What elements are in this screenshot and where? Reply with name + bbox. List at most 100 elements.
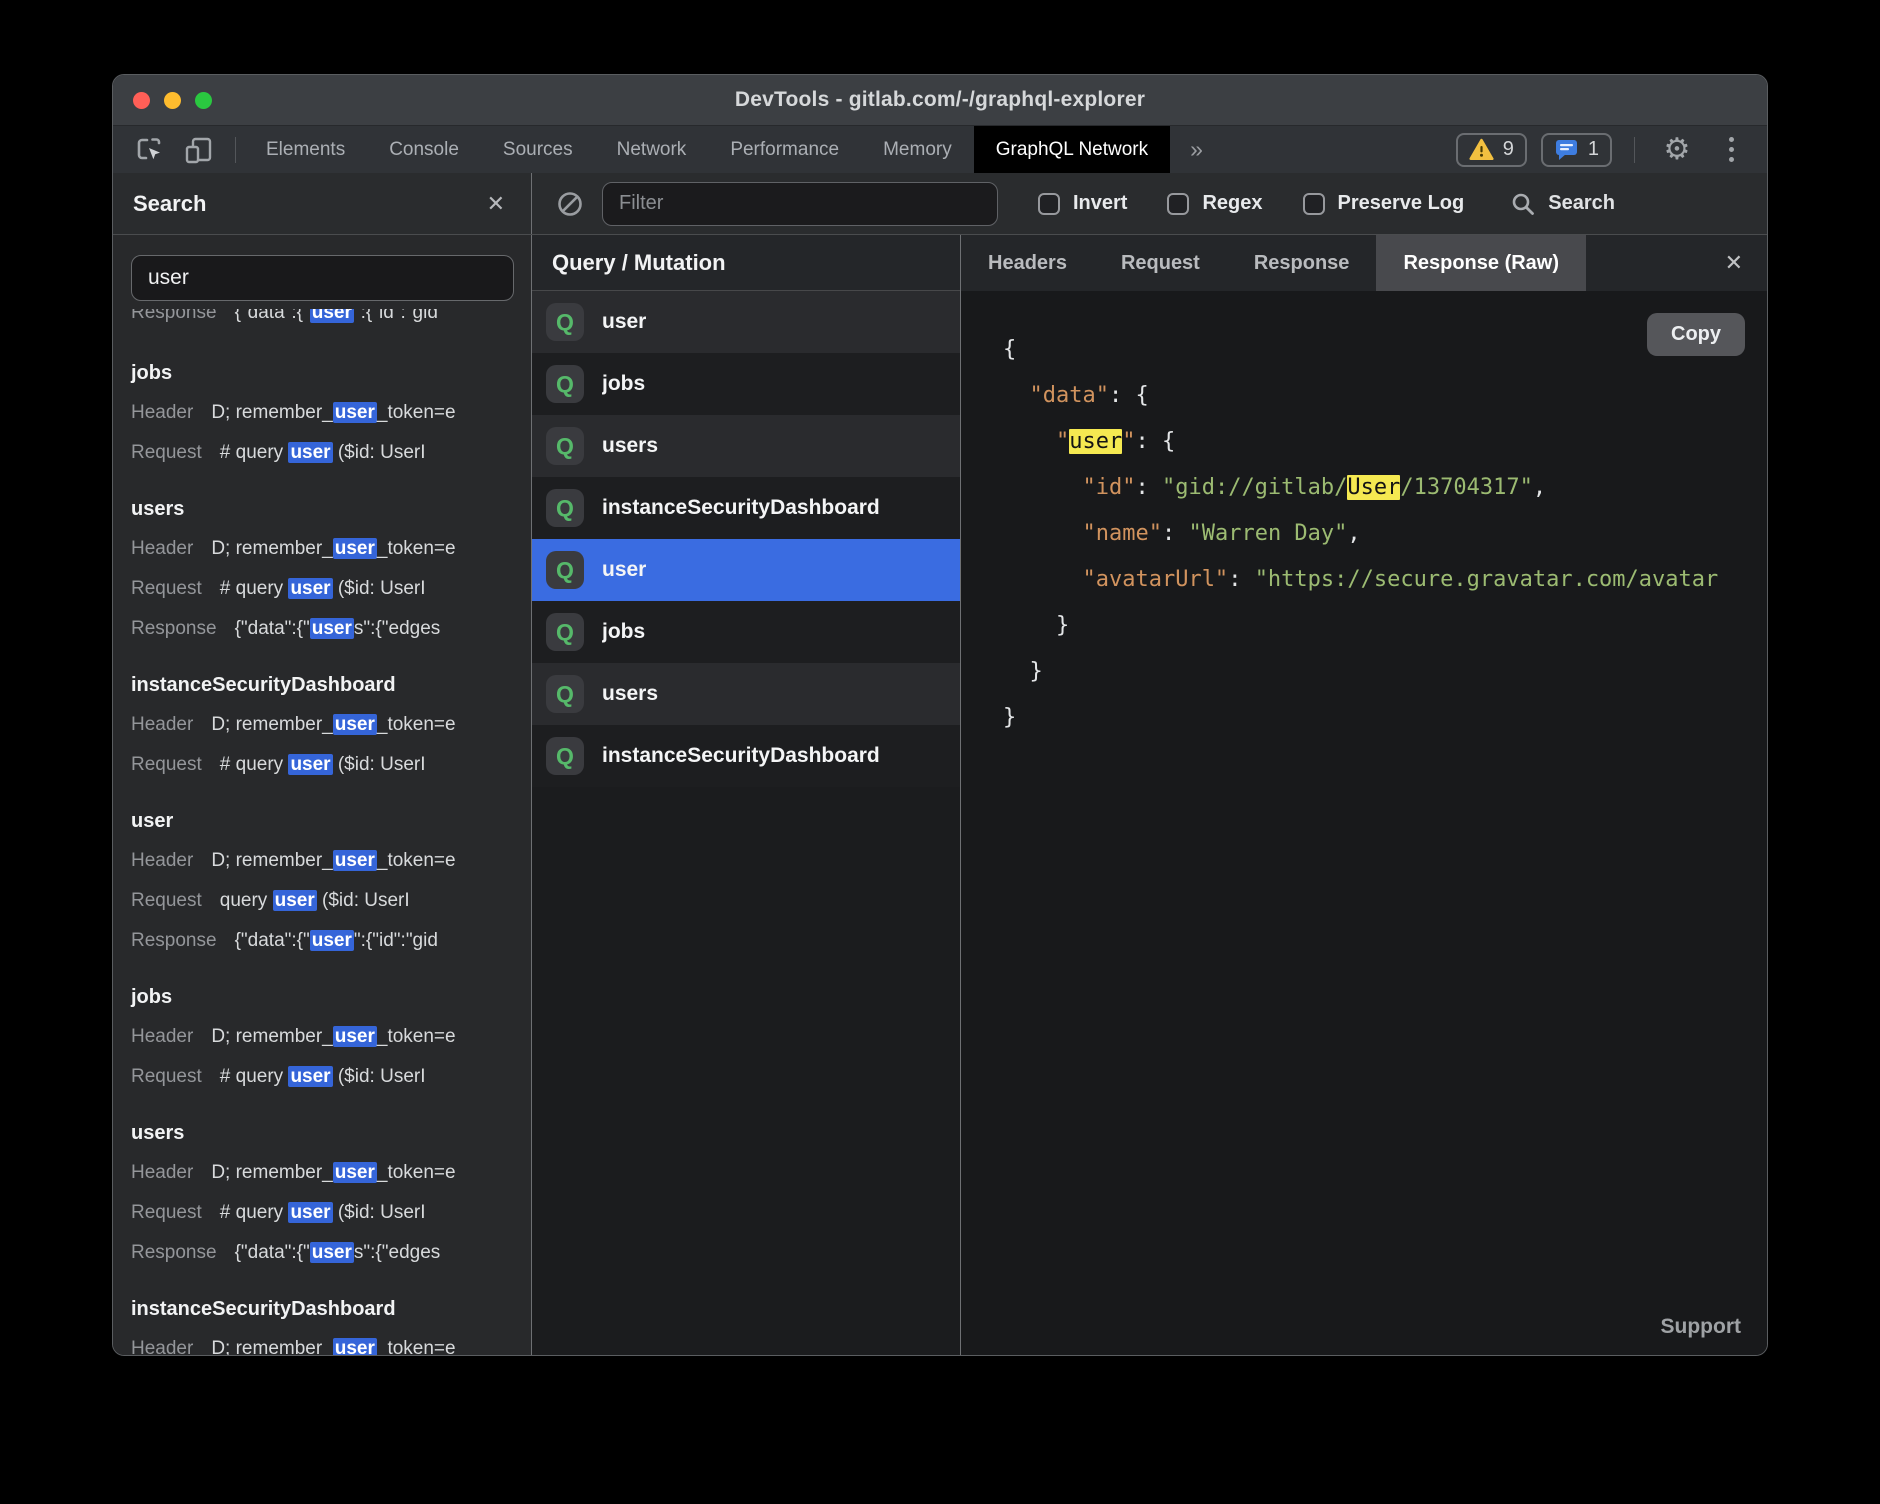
search-query-input[interactable] bbox=[131, 255, 514, 301]
result-section-name: users bbox=[113, 1113, 531, 1153]
result-line-header[interactable]: HeaderD; remember_user_token=e bbox=[113, 393, 531, 433]
result-line-request[interactable]: Request# query user ($id: UserI bbox=[113, 1057, 531, 1097]
result-line-response[interactable]: Response{"data":{"users":{"edges bbox=[113, 1233, 531, 1273]
block-icon[interactable] bbox=[556, 190, 584, 218]
result-line-header[interactable]: HeaderD; remember_user_token=e bbox=[113, 1329, 531, 1355]
result-line-label: Header bbox=[131, 850, 193, 871]
kebab-menu-icon[interactable] bbox=[1711, 132, 1751, 168]
checkbox-invert[interactable]: Invert bbox=[1038, 192, 1127, 215]
result-section-name: user bbox=[113, 801, 531, 841]
messages-badge[interactable]: 1 bbox=[1541, 133, 1612, 167]
query-item-users[interactable]: Qusers bbox=[532, 663, 960, 725]
result-line-label: Header bbox=[131, 538, 193, 559]
result-line-content: D; remember_user_token=e bbox=[211, 1338, 455, 1355]
result-line-request[interactable]: Request# query user ($id: UserI bbox=[113, 433, 531, 473]
result-line-header[interactable]: HeaderD; remember_user_token=e bbox=[113, 1153, 531, 1193]
copy-button[interactable]: Copy bbox=[1647, 313, 1745, 356]
result-section-instancesecuritydashboard: instanceSecurityDashboardHeaderD; rememb… bbox=[113, 1289, 531, 1355]
checkbox-regex[interactable]: Regex bbox=[1167, 192, 1262, 215]
search-match-highlight: user bbox=[333, 1338, 377, 1355]
result-line-content: D; remember_user_token=e bbox=[211, 1026, 455, 1047]
filter-input[interactable] bbox=[602, 182, 998, 226]
clipped-result-row[interactable]: Response{"data":{"user":{"id":"gid bbox=[113, 309, 531, 337]
json-token: " bbox=[1122, 429, 1135, 454]
query-item-user[interactable]: Quser bbox=[532, 539, 960, 601]
search-match-highlight: user bbox=[288, 1066, 332, 1087]
query-item-instancesecuritydashboard[interactable]: QinstanceSecurityDashboard bbox=[532, 725, 960, 787]
query-item-instancesecuritydashboard[interactable]: QinstanceSecurityDashboard bbox=[532, 477, 960, 539]
result-line-request[interactable]: Request# query user ($id: UserI bbox=[113, 745, 531, 785]
json-line: } bbox=[1003, 649, 1767, 695]
json-token: , bbox=[1347, 521, 1360, 546]
query-item-users[interactable]: Qusers bbox=[532, 415, 960, 477]
invert-checkbox-box[interactable] bbox=[1038, 193, 1060, 215]
search-match-highlight: user bbox=[310, 930, 354, 951]
device-toolbar-icon[interactable] bbox=[179, 132, 219, 168]
query-mutation-panel: Query / Mutation QuserQjobsQusersQinstan… bbox=[532, 235, 961, 1355]
warning-icon bbox=[1469, 138, 1494, 161]
detail-tab-request[interactable]: Request bbox=[1094, 235, 1227, 291]
json-line: } bbox=[1003, 603, 1767, 649]
detail-close-icon[interactable]: ✕ bbox=[1701, 235, 1767, 291]
result-line-label: Request bbox=[131, 442, 202, 463]
json-viewer: { "data": { "user": { "id": "gid://gitla… bbox=[1003, 327, 1767, 741]
search-results-list: jobsHeaderD; remember_user_token=eReques… bbox=[113, 353, 531, 1355]
checkbox-preserve-log[interactable]: Preserve Log bbox=[1303, 192, 1465, 215]
tab-network[interactable]: Network bbox=[595, 126, 709, 173]
search-match-highlight: user bbox=[288, 442, 332, 463]
json-token: "https://secure.gravatar.com/avatar bbox=[1255, 567, 1719, 592]
tabbar-divider bbox=[235, 137, 236, 163]
tab-graphql-network[interactable]: GraphQL Network bbox=[974, 126, 1170, 173]
inspect-element-icon[interactable] bbox=[129, 132, 169, 168]
warnings-badge[interactable]: 9 bbox=[1456, 133, 1527, 167]
result-line-response[interactable]: Response{"data":{"users":{"edges bbox=[113, 609, 531, 649]
filter-checkboxes: Invert Regex Preserve Log bbox=[998, 192, 1464, 215]
preserve-log-checkbox-box[interactable] bbox=[1303, 193, 1325, 215]
zoom-window-button[interactable] bbox=[195, 92, 212, 109]
result-line-content: D; remember_user_token=e bbox=[211, 402, 455, 423]
close-window-button[interactable] bbox=[133, 92, 150, 109]
filterbar-search[interactable]: Search bbox=[1510, 191, 1615, 217]
tab-sources[interactable]: Sources bbox=[481, 126, 595, 173]
tab-console[interactable]: Console bbox=[367, 126, 481, 173]
tab-elements[interactable]: Elements bbox=[244, 126, 367, 173]
regex-checkbox-box[interactable] bbox=[1167, 193, 1189, 215]
query-item-jobs[interactable]: Qjobs bbox=[532, 353, 960, 415]
detail-tab-response-raw[interactable]: Response (Raw) bbox=[1376, 235, 1586, 291]
result-line-request[interactable]: Requestquery user ($id: UserI bbox=[113, 881, 531, 921]
result-line-header[interactable]: HeaderD; remember_user_token=e bbox=[113, 529, 531, 569]
result-line-label: Response bbox=[131, 309, 217, 323]
invert-checkbox-label: Invert bbox=[1073, 192, 1127, 215]
detail-tab-response[interactable]: Response bbox=[1227, 235, 1377, 291]
settings-gear-icon[interactable]: ⚙ bbox=[1657, 132, 1697, 168]
support-link[interactable]: Support bbox=[1661, 1315, 1741, 1339]
response-raw-body: Copy { "data": { "user": { "id": "gid://… bbox=[961, 291, 1767, 1355]
result-line-response[interactable]: Response{"data":{"user":{"id":"gid bbox=[113, 921, 531, 961]
search-match-highlight: user bbox=[288, 754, 332, 775]
tab-memory[interactable]: Memory bbox=[861, 126, 974, 173]
result-line-header[interactable]: HeaderD; remember_user_token=e bbox=[113, 705, 531, 745]
minimize-window-button[interactable] bbox=[164, 92, 181, 109]
result-line-response[interactable]: Response{"data":{"user":{"id":"gid bbox=[113, 309, 531, 333]
result-line-request[interactable]: Request# query user ($id: UserI bbox=[113, 569, 531, 609]
tab-performance[interactable]: Performance bbox=[708, 126, 861, 173]
result-line-header[interactable]: HeaderD; remember_user_token=e bbox=[113, 1017, 531, 1057]
result-line-header[interactable]: HeaderD; remember_user_token=e bbox=[113, 841, 531, 881]
query-item-label: user bbox=[602, 310, 646, 334]
query-item-label: user bbox=[602, 558, 646, 582]
query-type-badge: Q bbox=[546, 613, 584, 651]
search-match-highlight: user bbox=[333, 402, 377, 423]
result-section-name: jobs bbox=[113, 353, 531, 393]
detail-tab-headers[interactable]: Headers bbox=[961, 235, 1094, 291]
result-line-request[interactable]: Request# query user ($id: UserI bbox=[113, 1193, 531, 1233]
more-tabs-chevron-icon[interactable]: » bbox=[1170, 126, 1223, 173]
query-item-jobs[interactable]: Qjobs bbox=[532, 601, 960, 663]
json-token: : { bbox=[1135, 429, 1175, 454]
preserve-log-checkbox-label: Preserve Log bbox=[1338, 192, 1465, 215]
query-item-user[interactable]: Quser bbox=[532, 291, 960, 353]
json-token: "avatarUrl" bbox=[1082, 567, 1228, 592]
query-item-label: instanceSecurityDashboard bbox=[602, 496, 880, 520]
result-section-name: jobs bbox=[113, 977, 531, 1017]
search-close-icon[interactable]: ✕ bbox=[481, 189, 511, 219]
search-match-highlight: user bbox=[333, 1026, 377, 1047]
